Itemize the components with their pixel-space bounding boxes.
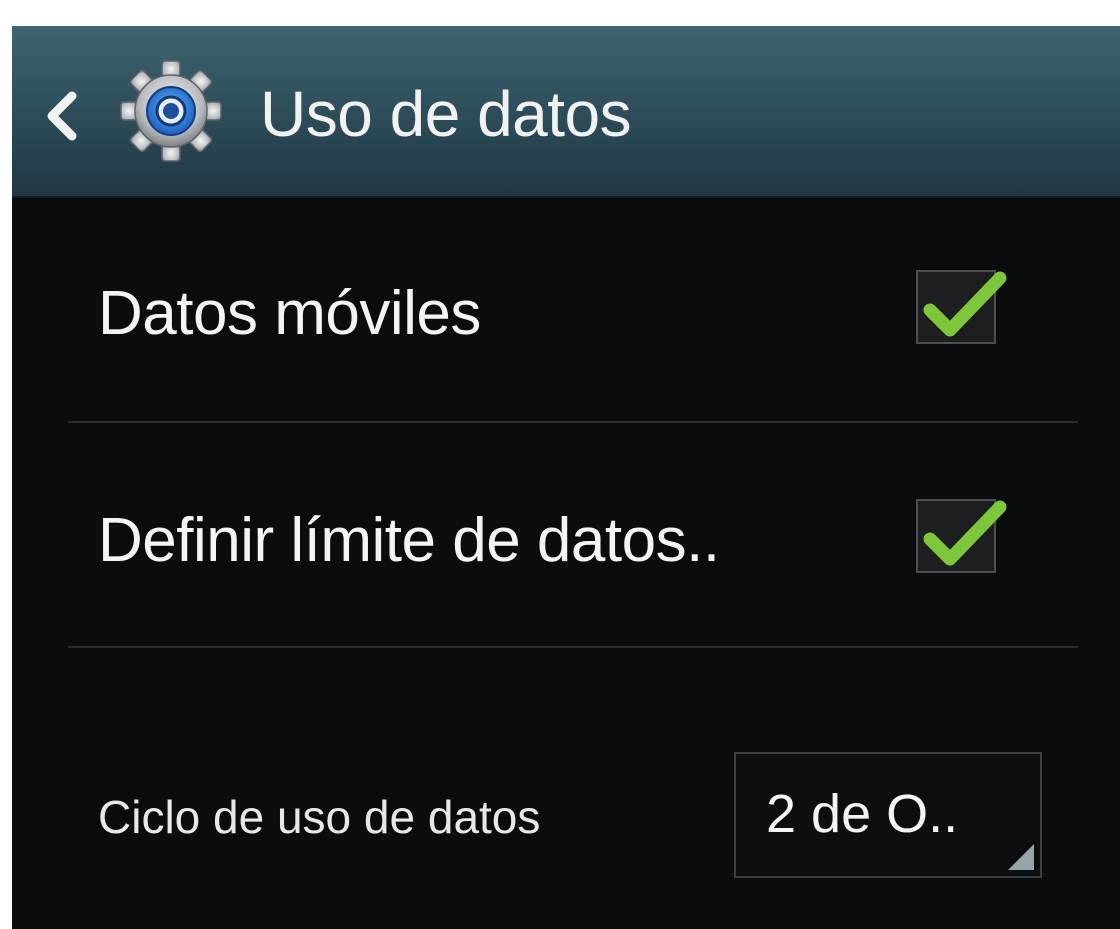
mobile-data-checkbox[interactable] — [916, 270, 1007, 344]
usage-cycle-value: 2 de O.. — [766, 784, 959, 844]
mobile-data-row[interactable]: Datos móviles — [12, 196, 1120, 422]
usage-cycle-label: Ciclo de uso de datos — [98, 791, 541, 843]
gear-icon — [118, 58, 224, 164]
action-bar: Uso de datos — [12, 26, 1120, 198]
checkmark-icon — [923, 271, 1007, 337]
mobile-data-label: Datos móviles — [98, 279, 481, 348]
data-limit-checkbox[interactable] — [916, 499, 1007, 573]
page-title: Uso de datos — [260, 78, 632, 150]
checkmark-icon — [923, 500, 1007, 566]
data-limit-row[interactable]: Definir límite de datos.. — [12, 423, 1120, 645]
back-chevron-icon[interactable] — [42, 88, 82, 144]
data-limit-label: Definir límite de datos.. — [98, 506, 720, 575]
dropdown-corner-icon — [1008, 844, 1034, 870]
data-usage-screen: Uso de datos Datos móviles Definir límit… — [12, 26, 1120, 929]
usage-cycle-dropdown[interactable]: 2 de O.. — [734, 752, 1042, 878]
divider — [68, 646, 1078, 648]
